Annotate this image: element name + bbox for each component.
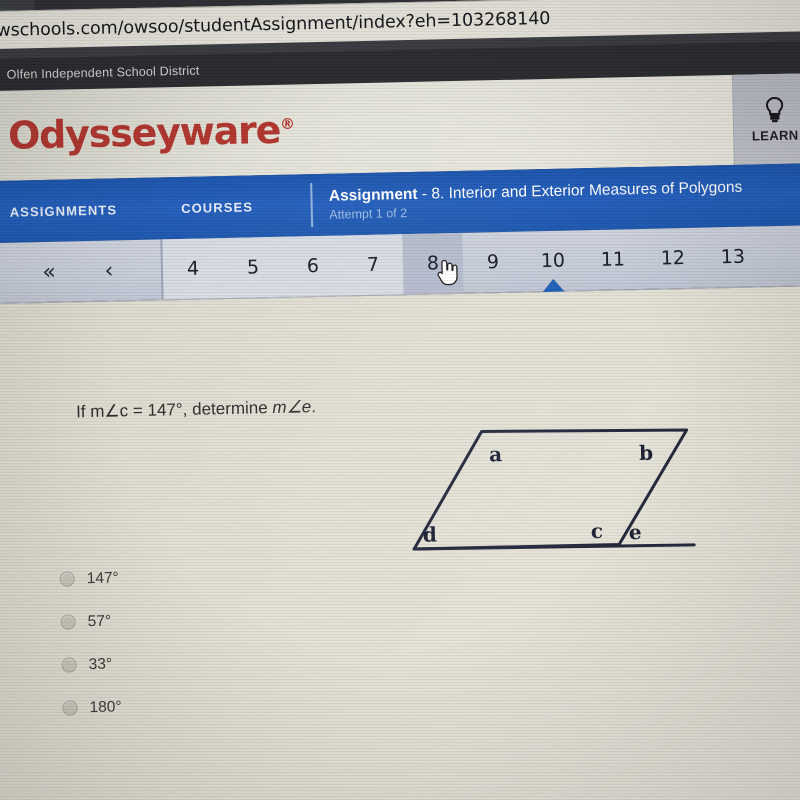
question-prompt: If m∠c = 147°, determine m∠e. (76, 397, 316, 422)
screen-surface: owschools.com/owsoo/studentAssignment/in… (0, 0, 800, 800)
learn-label: LEARN (751, 127, 799, 144)
pager-page-8[interactable]: 8 (402, 232, 464, 295)
pointing-hand-cursor (437, 259, 458, 286)
assignment-info: Assignment - 8. Interior and Exterior Me… (329, 177, 743, 223)
answer-option-2[interactable]: 57° (60, 594, 361, 644)
logo-text: Odysseyware (7, 107, 281, 158)
pager-current-marker (542, 278, 565, 293)
photographed-screen: owschools.com/owsoo/studentAssignment/in… (0, 0, 800, 800)
lightbulb-icon (765, 96, 784, 122)
pager-page-7[interactable]: 7 (342, 234, 404, 296)
pager-page-5[interactable]: 5 (222, 236, 284, 299)
pager-page-10-label: 10 (540, 249, 566, 273)
figure-label-a: a (489, 442, 503, 466)
parallelogram-figure: a b c d e (412, 428, 696, 551)
url-text: owschools.com/owsoo/studentAssignment/in… (0, 8, 551, 42)
answer-option-4[interactable]: 180° (62, 680, 363, 730)
radio-button-2[interactable] (60, 614, 76, 630)
answer-options: 147° 57° 33° 180° (59, 551, 363, 730)
radio-button-4[interactable] (62, 700, 78, 716)
answer-option-1[interactable]: 147° (59, 551, 360, 601)
figure-label-d: d (423, 522, 438, 546)
nav-item-courses[interactable]: COURSES (181, 199, 253, 216)
figure-label-e: e (629, 520, 642, 544)
nav-divider (310, 183, 314, 228)
pager-page-11[interactable]: 11 (582, 229, 643, 290)
answer-option-3[interactable]: 33° (61, 637, 362, 687)
pager-page-13[interactable]: 13 (702, 226, 763, 287)
radio-button-3[interactable] (61, 657, 77, 673)
radio-button-1[interactable] (59, 571, 75, 587)
pager-page-9[interactable]: 9 (462, 232, 523, 293)
pager-prev-button[interactable]: ‹ (78, 240, 139, 301)
figure-label-c: c (591, 519, 604, 543)
question-suffix: . (311, 397, 317, 417)
question-italic: m∠e (272, 397, 312, 418)
answer-option-4-label: 180° (89, 697, 122, 716)
pager-page-12[interactable]: 12 (642, 228, 703, 289)
assignment-content: If m∠c = 147°, determine m∠e. a b c d e … (0, 286, 800, 800)
pager-first-button[interactable]: « (18, 241, 79, 302)
district-name: Olfen Independent School District (6, 63, 200, 82)
learn-panel[interactable]: LEARN (731, 73, 800, 165)
pager-page-6[interactable]: 6 (282, 235, 344, 297)
figure-label-b: b (639, 441, 654, 465)
answer-option-2-label: 57° (87, 612, 112, 630)
pager-page-10[interactable]: 10 (522, 230, 583, 293)
nav-item-assignments[interactable]: ASSIGNMENTS (10, 202, 118, 219)
answer-option-3-label: 33° (88, 655, 113, 673)
odysseyware-logo[interactable]: Odysseyware® (8, 108, 295, 158)
question-prefix: If m∠c = 147°, determine (75, 398, 273, 422)
logo-trademark: ® (279, 114, 294, 134)
answer-option-1-label: 147° (86, 568, 119, 587)
pager-page-4[interactable]: 4 (162, 238, 224, 300)
assignment-label: Assignment (328, 185, 418, 205)
